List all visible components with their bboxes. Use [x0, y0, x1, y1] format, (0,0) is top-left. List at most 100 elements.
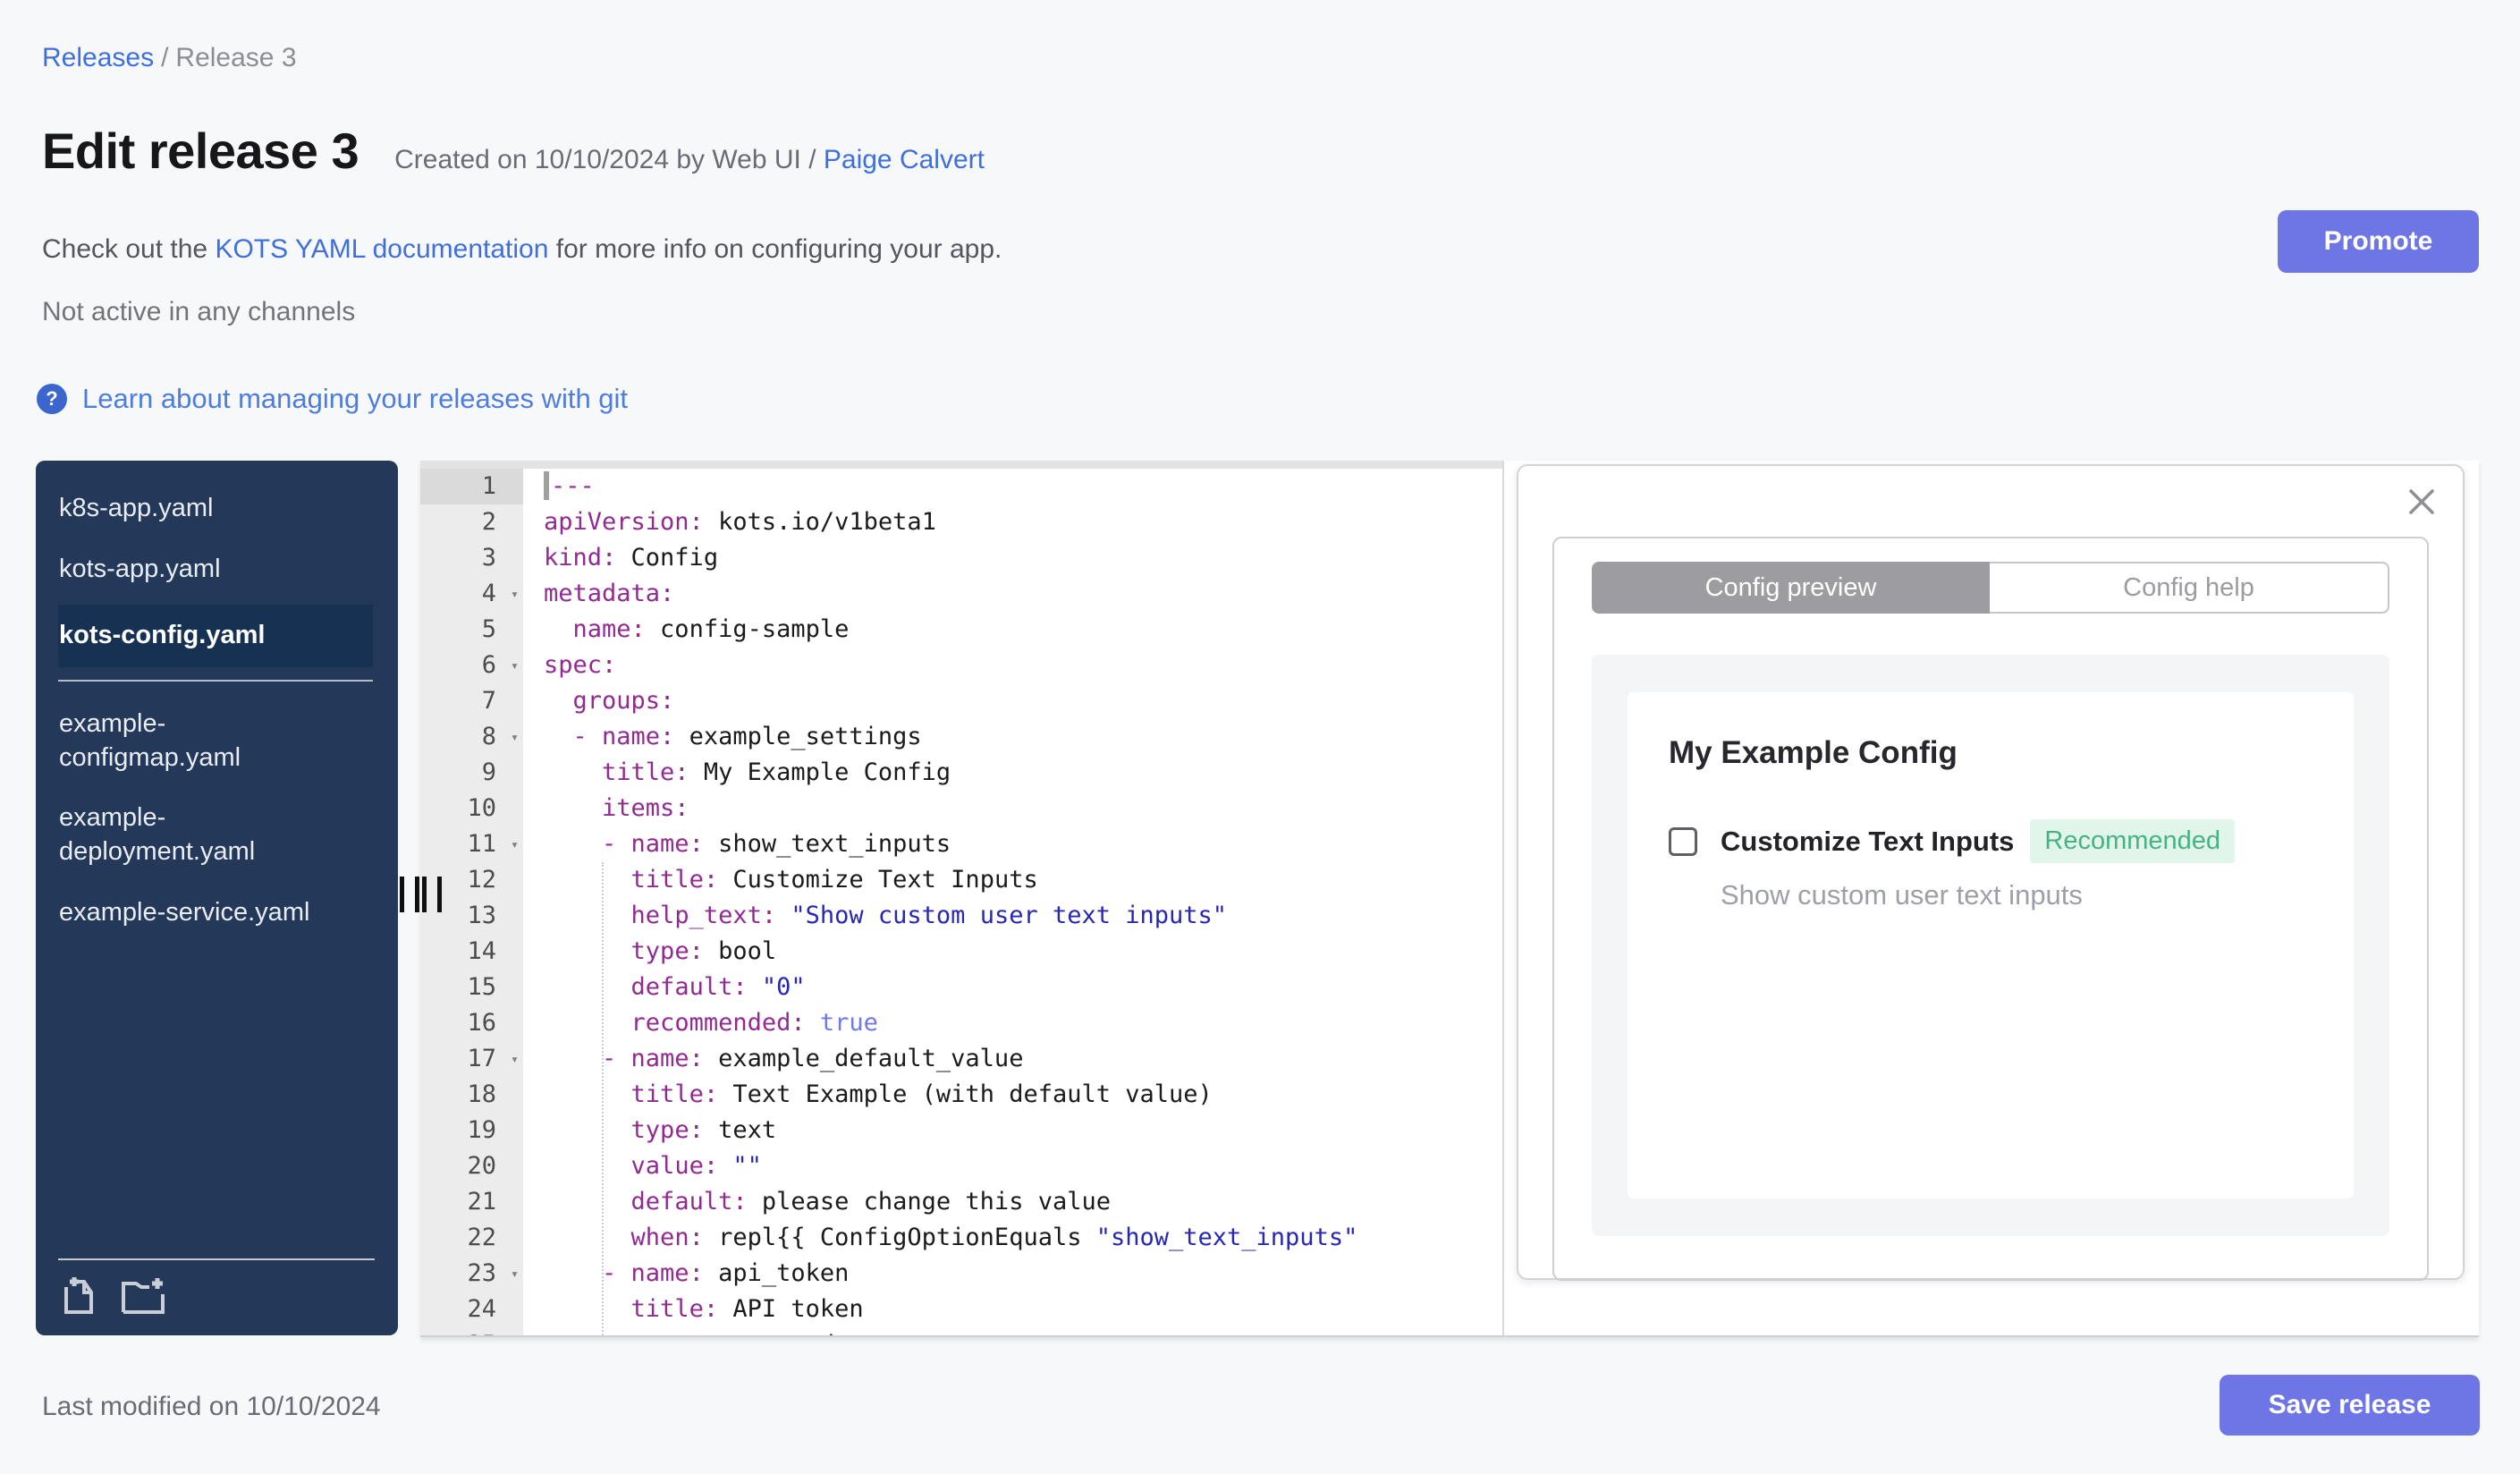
gutter-line-number[interactable]: 9	[420, 755, 523, 791]
question-icon[interactable]: ?	[37, 384, 67, 414]
code-line[interactable]: title: Text Example (with default value)	[544, 1077, 1502, 1113]
title-row: Edit release 3 Created on 10/10/2024 by …	[42, 122, 985, 180]
code-line[interactable]: - name: show_text_inputs	[544, 826, 1502, 862]
code-line[interactable]: title: Customize Text Inputs	[544, 862, 1502, 898]
preview-inner-card: Config preview Config help My Example Co…	[1552, 537, 2429, 1281]
code-line[interactable]: help_text: "Show custom user text inputs…	[544, 898, 1502, 934]
sidebar-file-item[interactable]: k8s-app.yaml	[36, 479, 371, 539]
breadcrumb: Releases / Release 3	[42, 43, 297, 73]
gutter-line-number[interactable]: 2	[420, 504, 523, 540]
config-content-card: My Example Config Customize Text Inputs …	[1628, 692, 2354, 1199]
code-line[interactable]: apiVersion: kots.io/v1beta1	[544, 504, 1502, 540]
docs-suffix: for more info on configuring your app.	[548, 234, 1002, 264]
file-list: k8s-app.yaml kots-app.yaml kots-config.yam…	[36, 461, 398, 1258]
sidebar-file-item[interactable]: example-service.yaml	[36, 883, 371, 944]
gutter-line-number[interactable]: 7	[420, 683, 523, 719]
main-row: k8s-app.yaml kots-app.yaml kots-config.yam…	[36, 461, 2479, 1339]
customize-text-inputs-checkbox[interactable]	[1669, 826, 1697, 856]
code-line[interactable]: type: password	[544, 1327, 1502, 1335]
save-release-button[interactable]: Save release	[2220, 1375, 2480, 1436]
gutter-line-number[interactable]: 15	[420, 970, 523, 1005]
new-folder-icon[interactable]	[120, 1275, 166, 1316]
preview-tabs: Config preview Config help	[1592, 562, 2389, 614]
gutter-line-number[interactable]: 8 ▾	[420, 719, 523, 755]
fold-arrow-icon[interactable]: ▾	[511, 719, 519, 755]
sidebar-footer-divider	[58, 1258, 375, 1260]
code-line[interactable]: recommended: true	[544, 1005, 1502, 1041]
code-line[interactable]: default: please change this value	[544, 1184, 1502, 1220]
file-sidebar: k8s-app.yaml kots-app.yaml kots-config.yam…	[36, 461, 398, 1335]
page-title: Edit release 3	[42, 123, 359, 179]
code-line[interactable]: metadata:	[544, 576, 1502, 612]
gutter-line-number[interactable]: 17 ▾	[420, 1041, 523, 1077]
fold-arrow-icon[interactable]: ▾	[511, 1041, 519, 1077]
fold-arrow-icon[interactable]: ▾	[511, 826, 519, 862]
docs-line: Check out the KOTS YAML documentation fo…	[42, 234, 1002, 265]
code-line[interactable]: groups:	[544, 683, 1502, 719]
sidebar-file-item[interactable]: kots-config.yaml	[58, 605, 373, 668]
gutter-line-number[interactable]: 5	[420, 612, 523, 648]
gutter-line-number[interactable]: 20	[420, 1148, 523, 1184]
pane-resize-handle-left[interactable]	[400, 877, 419, 912]
gutter-line-number[interactable]: 16	[420, 1005, 523, 1041]
fold-arrow-icon[interactable]: ▾	[511, 648, 519, 683]
gutter-line-number[interactable]: 22	[420, 1220, 523, 1256]
code-line[interactable]: value: ""	[544, 1148, 1502, 1184]
code-line[interactable]: spec:	[544, 648, 1502, 683]
code-line[interactable]: title: API token	[544, 1292, 1502, 1327]
config-item-row: Customize Text Inputs Recommended	[1669, 819, 2313, 863]
code-line[interactable]: - name: api_token	[544, 1256, 1502, 1292]
sidebar-file-item[interactable]: kots-app.yaml	[36, 539, 371, 600]
gutter-line-number[interactable]: 19	[420, 1113, 523, 1148]
gutter-line-number[interactable]: 21	[420, 1184, 523, 1220]
editor-code-area[interactable]: --- apiVersion: kots.io/v1beta1 kind: Conf…	[523, 469, 1502, 1335]
breadcrumb-separator: /	[161, 43, 169, 72]
gutter-line-number[interactable]: 23 ▾	[420, 1256, 523, 1292]
sidebar-footer	[36, 1258, 398, 1335]
gutter-line-number[interactable]: 14	[420, 934, 523, 970]
gutter-line-number[interactable]: 3	[420, 540, 523, 576]
kots-yaml-docs-link[interactable]: KOTS YAML documentation	[215, 234, 548, 264]
gutter-line-number[interactable]: 11 ▾	[420, 826, 523, 862]
yaml-editor[interactable]: 1 2 3 4 ▾ 5 6 ▾ 7 8 ▾ 9 10 11 ▾ 12 13 14 15 16 17 ▾ 18 19 20 21 22…	[420, 461, 1504, 1335]
config-group-title: My Example Config	[1669, 735, 1958, 770]
tab-config-preview[interactable]: Config preview	[1592, 562, 1990, 614]
code-line[interactable]: - name: example_settings	[544, 719, 1502, 755]
recommended-badge: Recommended	[2030, 819, 2236, 863]
code-line[interactable]: title: My Example Config	[544, 755, 1502, 791]
created-text: Created on 10/10/2024 by Web UI /	[394, 145, 824, 174]
editor-top-strip	[420, 461, 1502, 469]
gutter-line-number[interactable]: 10	[420, 791, 523, 826]
last-modified-text: Last modified on 10/10/2024	[42, 1392, 381, 1421]
gutter-line-number[interactable]: 1	[420, 469, 523, 504]
code-line[interactable]: name: config-sample	[544, 612, 1502, 648]
sidebar-file-item[interactable]: example-configmap.yaml	[36, 694, 371, 788]
gutter-line-number[interactable]: 24	[420, 1292, 523, 1327]
text-cursor	[544, 470, 549, 500]
preview-body: My Example Config Customize Text Inputs …	[1592, 655, 2389, 1236]
gutter-line-number[interactable]: 6 ▾	[420, 648, 523, 683]
code-line[interactable]: - name: example_default_value	[544, 1041, 1502, 1077]
code-line[interactable]: type: text	[544, 1113, 1502, 1148]
gutter-line-number[interactable]: 4 ▾	[420, 576, 523, 612]
code-line[interactable]: items:	[544, 791, 1502, 826]
close-icon[interactable]	[2404, 484, 2440, 520]
author-link[interactable]: Paige Calvert	[824, 145, 985, 174]
git-releases-link[interactable]: Learn about managing your releases with …	[82, 383, 628, 415]
code-line[interactable]: type: bool	[544, 934, 1502, 970]
code-line[interactable]: when: repl{{ ConfigOptionEquals "show_te…	[544, 1220, 1502, 1256]
code-line[interactable]: ---	[544, 469, 1502, 504]
docs-prefix: Check out the	[42, 234, 216, 264]
tab-config-help[interactable]: Config help	[1990, 562, 2389, 614]
gutter-line-number[interactable]: 25	[420, 1327, 523, 1335]
new-file-icon[interactable]	[59, 1275, 100, 1316]
fold-arrow-icon[interactable]: ▾	[511, 576, 519, 612]
fold-arrow-icon[interactable]: ▾	[511, 1256, 519, 1292]
promote-button[interactable]: Promote	[2278, 210, 2479, 273]
gutter-line-number[interactable]: 18	[420, 1077, 523, 1113]
code-line[interactable]: default: "0"	[544, 970, 1502, 1005]
breadcrumb-releases-link[interactable]: Releases	[42, 43, 154, 72]
sidebar-file-item[interactable]: example-deployment.yaml	[36, 788, 371, 882]
config-preview-panel: Config preview Config help My Example Co…	[1517, 464, 2465, 1281]
code-line[interactable]: kind: Config	[544, 540, 1502, 576]
